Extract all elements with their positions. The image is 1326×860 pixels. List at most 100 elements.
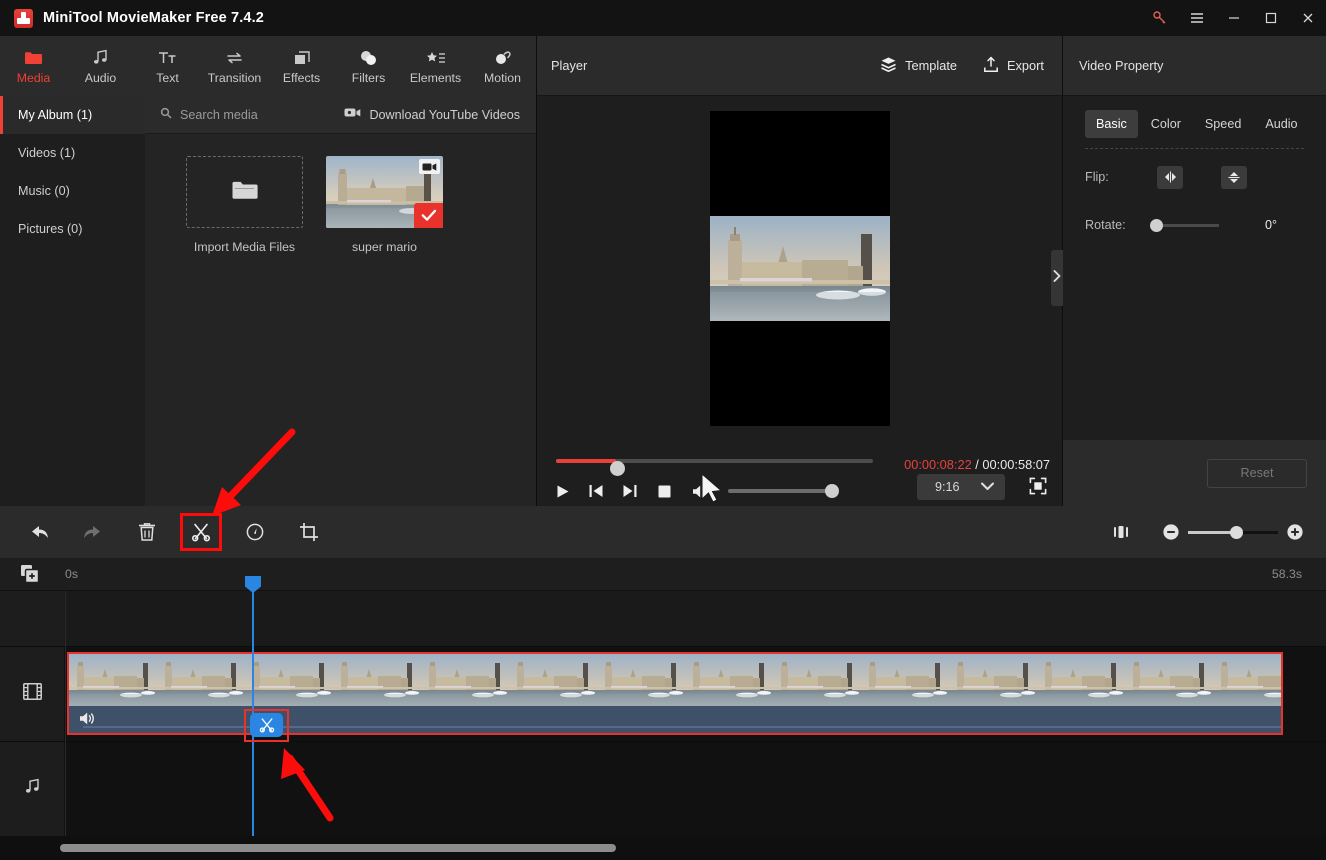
track-header-text[interactable] — [0, 591, 64, 647]
seek-handle[interactable] — [610, 461, 625, 476]
property-title: Video Property — [1079, 58, 1164, 73]
undo-button[interactable] — [12, 506, 66, 558]
tab-speed[interactable]: Speed — [1194, 110, 1252, 138]
player-transport: 00:00:08:22 / 00:00:58:07 9:16 — [537, 441, 1063, 506]
sidebar-item-label: Music (0) — [18, 184, 70, 198]
zoom-out-icon[interactable] — [1154, 506, 1188, 558]
music-note-icon — [92, 48, 109, 68]
split-button[interactable] — [174, 506, 228, 558]
search-placeholder: Search media — [180, 107, 258, 122]
template-button[interactable]: Template — [880, 56, 957, 76]
media-panel: Search media Download YouTube Videos Imp… — [145, 96, 536, 506]
redo-button[interactable] — [66, 506, 120, 558]
tab-basic[interactable]: Basic — [1085, 110, 1138, 138]
seek-progress-fill — [556, 459, 616, 463]
timeline-toolbar — [0, 506, 1326, 558]
play-button[interactable] — [545, 477, 579, 505]
zoom-in-icon[interactable] — [1278, 506, 1312, 558]
clip-split-marker-highlight — [244, 709, 289, 742]
zoom-handle[interactable] — [1230, 525, 1243, 539]
reset-button[interactable]: Reset — [1207, 458, 1307, 488]
chevron-down-icon — [981, 480, 994, 494]
video-camera-icon — [419, 159, 440, 174]
folder-open-icon — [231, 179, 258, 206]
timeline-hscroll-thumb[interactable] — [60, 844, 616, 852]
zoom-slider[interactable] — [1188, 525, 1278, 539]
skip-forward-icon[interactable] — [613, 477, 647, 505]
preview-area — [537, 96, 1062, 441]
property-divider — [1085, 148, 1304, 149]
search-input[interactable]: Search media — [160, 107, 258, 122]
tab-media[interactable]: Media — [0, 36, 67, 96]
search-icon — [160, 107, 172, 122]
import-media-label: Import Media Files — [193, 240, 296, 254]
tab-elements[interactable]: Elements — [402, 36, 469, 96]
rotate-handle[interactable] — [1150, 218, 1163, 232]
tab-text[interactable]: Text — [134, 36, 201, 96]
timeline-zoom-controls — [1104, 506, 1312, 558]
sidebar-item-my-album[interactable]: My Album (1) — [0, 96, 145, 134]
preview-frame-image — [709, 216, 890, 321]
sidebar-item-music[interactable]: Music (0) — [0, 172, 145, 210]
tab-transition[interactable]: Transition — [201, 36, 268, 96]
flip-horizontal-icon[interactable] — [1157, 165, 1183, 189]
tab-motion[interactable]: Motion — [469, 36, 536, 96]
sidebar-item-label: Pictures (0) — [18, 222, 83, 236]
import-media-dropzone[interactable] — [186, 156, 303, 228]
export-button[interactable]: Export — [983, 56, 1044, 76]
speed-button[interactable] — [228, 506, 282, 558]
media-category-sidebar: My Album (1) Videos (1) Music (0) Pictur… — [0, 96, 145, 506]
volume-slider[interactable] — [728, 484, 839, 498]
tab-audio[interactable]: Audio — [1254, 110, 1308, 138]
speaker-icon[interactable] — [79, 711, 96, 731]
delete-button[interactable] — [120, 506, 174, 558]
track-header-audio[interactable] — [0, 742, 64, 836]
timecode-separator: / — [975, 457, 979, 472]
volume-button[interactable] — [684, 477, 718, 505]
app-window: MiniTool MovieMaker Free 7.4.2 Media Aud… — [0, 0, 1326, 860]
player-title: Player — [551, 58, 588, 73]
text-icon — [158, 48, 177, 68]
aspect-ratio-select[interactable]: 9:16 — [917, 474, 1005, 500]
menu-icon[interactable] — [1178, 0, 1215, 36]
panel-collapse-button[interactable] — [1051, 250, 1063, 306]
zoom-slider-fill — [1188, 530, 1236, 534]
timeline-ruler: 0s 58.3s — [0, 558, 1326, 591]
tab-effects[interactable]: Effects — [268, 36, 335, 96]
tab-filters[interactable]: Filters — [335, 36, 402, 96]
tab-effects-label: Effects — [282, 70, 321, 85]
video-property-panel: Video Property Basic Color Speed Audio F… — [1051, 36, 1326, 506]
main-tab-bar: Media Audio Text Transition Effects Filt… — [0, 36, 536, 96]
folder-icon — [24, 48, 43, 68]
tab-audio[interactable]: Audio — [67, 36, 134, 96]
media-clip-tile[interactable]: super mario — [326, 156, 443, 254]
fit-to-screen-icon[interactable] — [1104, 506, 1138, 558]
volume-handle[interactable] — [825, 484, 839, 498]
track-header-video[interactable] — [0, 647, 64, 742]
sidebar-item-videos[interactable]: Videos (1) — [0, 134, 145, 172]
tab-audio-label: Audio — [84, 70, 117, 85]
title-bar: MiniTool MovieMaker Free 7.4.2 — [0, 0, 1326, 36]
fullscreen-icon[interactable] — [1029, 477, 1047, 500]
timecode-display: 00:00:08:22 / 00:00:58:07 — [904, 457, 1050, 472]
add-media-icon[interactable] — [20, 564, 40, 584]
close-icon[interactable] — [1289, 0, 1326, 36]
tab-color[interactable]: Color — [1140, 110, 1192, 138]
transport-controls: 9:16 — [537, 474, 1063, 505]
minimize-icon[interactable] — [1215, 0, 1252, 36]
rotate-value: 0° — [1265, 218, 1278, 232]
preview-canvas[interactable] — [709, 111, 890, 426]
import-media-tile[interactable]: Import Media Files — [186, 156, 303, 254]
key-icon[interactable] — [1141, 0, 1178, 36]
media-clip-thumbnail[interactable] — [326, 156, 443, 228]
maximize-icon[interactable] — [1252, 0, 1289, 36]
rotate-slider[interactable] — [1150, 218, 1219, 232]
flip-vertical-icon[interactable] — [1221, 165, 1247, 189]
download-youtube-button[interactable]: Download YouTube Videos — [344, 107, 520, 122]
crop-button[interactable] — [282, 506, 336, 558]
sidebar-item-pictures[interactable]: Pictures (0) — [0, 210, 145, 248]
seek-slider[interactable] — [556, 459, 873, 476]
stop-button[interactable] — [647, 477, 681, 505]
skip-back-icon[interactable] — [579, 477, 613, 505]
export-upload-icon — [983, 56, 999, 76]
